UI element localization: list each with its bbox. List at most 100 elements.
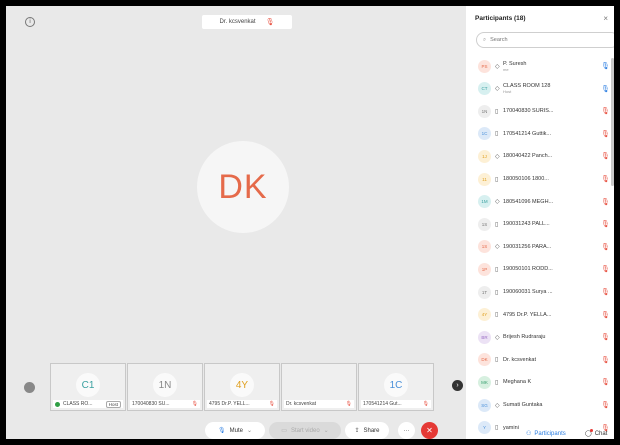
participant-avatar: SG — [478, 398, 491, 412]
mic-muted-icon: 🎙 — [601, 379, 610, 387]
participants-tab[interactable]: ⚇ Participants — [526, 430, 566, 438]
mic-muted-icon: 🎙 — [345, 401, 352, 407]
camera-icon: ▭ — [281, 428, 287, 434]
chat-bubble-icon: ◯ — [585, 429, 593, 437]
mobile-device-icon: ▯ — [495, 266, 499, 273]
search-box[interactable]: ⌕ — [476, 32, 614, 48]
mobile-device-icon: ▯ — [495, 221, 499, 228]
participant-avatar: 1N — [478, 104, 491, 118]
end-call-button[interactable]: ✕ — [421, 422, 438, 439]
participant-row[interactable]: 1S ▯ 190031243 PALL... 🎙 — [466, 213, 614, 235]
participant-avatar: BR — [478, 330, 491, 344]
participant-name: 180040422 Panch... — [503, 153, 553, 160]
participant-row[interactable]: 1C ▯ 170541214 Guttik... 🎙 — [466, 123, 614, 145]
mic-muted-icon: 🎙 — [601, 153, 610, 161]
participant-avatar: 1S — [478, 217, 491, 231]
mic-muted-icon: 🎙 — [265, 19, 275, 26]
mic-muted-icon: 🎙 — [601, 221, 610, 229]
tile-label: CLASS RO... Host — [53, 400, 123, 408]
participant-list-scrollbar[interactable] — [611, 58, 614, 186]
tile-label: 170040830 SU... 🎙 — [130, 400, 200, 408]
tile-label: 4795 Dr.P. YELL... 🎙 — [207, 400, 277, 408]
share-label: Share — [363, 427, 380, 434]
start-video-button[interactable]: ▭ Start video ⌄ — [269, 422, 341, 439]
mic-muted-icon: 🎙 — [601, 266, 610, 274]
mobile-device-icon: ▯ — [495, 176, 499, 183]
computer-device-icon: ◇ — [495, 86, 500, 93]
filmstrip: C1 CLASS RO... Host 1N 170040830 SU... 🎙 4Y 479… — [50, 363, 434, 411]
participant-row[interactable]: 1T ▯ 190060031 Surya ... 🎙 — [466, 281, 614, 303]
participant-row[interactable]: SG ◇ Sumati Guntaka 🎙 — [466, 394, 614, 416]
chevron-down-icon: ⌄ — [323, 428, 329, 434]
mobile-device-icon: ▯ — [495, 312, 499, 319]
participant-avatar: CT — [478, 82, 491, 96]
participant-name: 190060031 Surya ... — [503, 289, 553, 295]
participant-name: 190031243 PALL... — [503, 221, 550, 228]
participant-row[interactable]: 1M ◇ 180541096 MEGH... 🎙 — [466, 191, 614, 213]
participant-search-input[interactable] — [490, 37, 591, 43]
tile-avatar: C1 — [76, 373, 100, 397]
participant-name: 4795 Dr.P. YELLA... — [503, 311, 552, 318]
computer-device-icon: ◇ — [495, 334, 500, 341]
participant-avatar: 1P — [478, 262, 491, 276]
participant-avatar: DK — [478, 353, 491, 367]
active-speaker-avatar: DK — [197, 141, 289, 233]
share-button[interactable]: ⇪ Share — [345, 422, 389, 439]
participant-row[interactable]: 1J ◇ 180040422 Panch... 🎙 — [466, 145, 614, 167]
participant-name: Brijesh Rudraraju — [503, 334, 546, 341]
mic-muted-icon: 🎙 — [601, 108, 610, 116]
start-video-label: Start video — [290, 427, 320, 434]
host-indicator-icon — [55, 401, 60, 407]
tile-label: Dr. kcsvenkat 🎙 — [284, 400, 354, 408]
mic-active-icon: 🎙 — [601, 85, 610, 93]
filmstrip-next-button[interactable]: › — [452, 380, 463, 391]
active-speaker-tag: Dr. kcsvenkat 🎙 — [202, 15, 292, 29]
participant-row[interactable]: PS ◇ P. Suresh me 🎙 — [466, 55, 614, 77]
participant-name: CLASS ROOM 128 Host — [503, 83, 573, 94]
mic-muted-icon: 🎙 — [268, 401, 275, 407]
participant-name: 170040830 SURIS... — [503, 108, 554, 115]
participant-row[interactable]: 1S ◇ 190031256 PARA... 🎙 — [466, 236, 614, 258]
filmstrip-tile[interactable]: Dr. kcsvenkat 🎙 — [281, 363, 357, 411]
participant-avatar: PS — [478, 59, 491, 73]
participant-avatar: 1C — [478, 127, 491, 141]
participant-row[interactable]: 4Y ▯ 4795 Dr.P. YELLA... 🎙 — [466, 304, 614, 326]
mobile-device-icon: ▯ — [495, 357, 499, 364]
search-icon: ⌕ — [483, 36, 487, 43]
meeting-info-icon[interactable]: i — [25, 17, 35, 27]
chat-tab[interactable]: ◯ Chat — [585, 429, 607, 437]
participant-name: Sumati Guntaka — [503, 402, 543, 408]
mic-muted-icon: 🎙 — [601, 334, 610, 342]
close-panel-button[interactable]: × — [603, 14, 608, 23]
filmstrip-prev-button[interactable] — [24, 382, 35, 393]
share-icon: ⇪ — [354, 428, 360, 434]
participant-row[interactable]: 11 ▯ 180050106 1800... 🎙 — [466, 168, 614, 190]
microphone-icon: 🎙 — [218, 428, 226, 434]
filmstrip-tile[interactable]: 4Y 4795 Dr.P. YELL... 🎙 — [204, 363, 280, 411]
participants-tab-label: Participants — [534, 430, 566, 437]
participant-row[interactable]: 1N ▯ 170040830 SURIS... 🎙 — [466, 100, 614, 122]
mic-muted-icon: 🎙 — [601, 402, 610, 409]
filmstrip-tile[interactable]: 1C 170541214 Gut... 🎙 — [358, 363, 434, 411]
mic-active-icon: 🎙 — [601, 63, 610, 70]
more-options-button[interactable]: ··· — [398, 422, 415, 439]
participant-row[interactable]: DK ▯ Dr. kcsvenkat 🎙 — [466, 349, 614, 371]
participant-row[interactable]: BR ◇ Brijesh Rudraraju 🎙 — [466, 326, 614, 348]
tile-label: 170541214 Gut... 🎙 — [361, 400, 431, 408]
mobile-device-icon: ▯ — [495, 131, 499, 138]
mic-muted-icon: 🎙 — [601, 289, 610, 296]
filmstrip-tile[interactable]: C1 CLASS RO... Host — [50, 363, 126, 411]
participant-name: 180050106 1800... — [503, 176, 549, 182]
mobile-device-icon: ▯ — [495, 289, 499, 296]
participant-row[interactable]: 1P ▯ 190050101 RODD... 🎙 — [466, 258, 614, 280]
mic-muted-icon: 🎙 — [601, 356, 610, 364]
participant-row[interactable]: MK ▯ Meghana K 🎙 — [466, 371, 614, 393]
tile-avatar: 4Y — [230, 373, 254, 397]
chevron-down-icon: ⌄ — [246, 428, 252, 434]
participants-panel: Participants (18) × ⌕ PS◇P. Sureshme🎙 CT ◇… — [466, 6, 614, 439]
filmstrip-tile[interactable]: 1N 170040830 SU... 🎙 — [127, 363, 203, 411]
mute-label: Mute — [229, 427, 243, 434]
participant-row[interactable]: CT ◇ CLASS ROOM 128 Host 🎙 — [466, 78, 614, 100]
participants-title: Participants (18) — [475, 15, 526, 22]
mute-button[interactable]: 🎙 Mute ⌄ — [205, 422, 265, 439]
